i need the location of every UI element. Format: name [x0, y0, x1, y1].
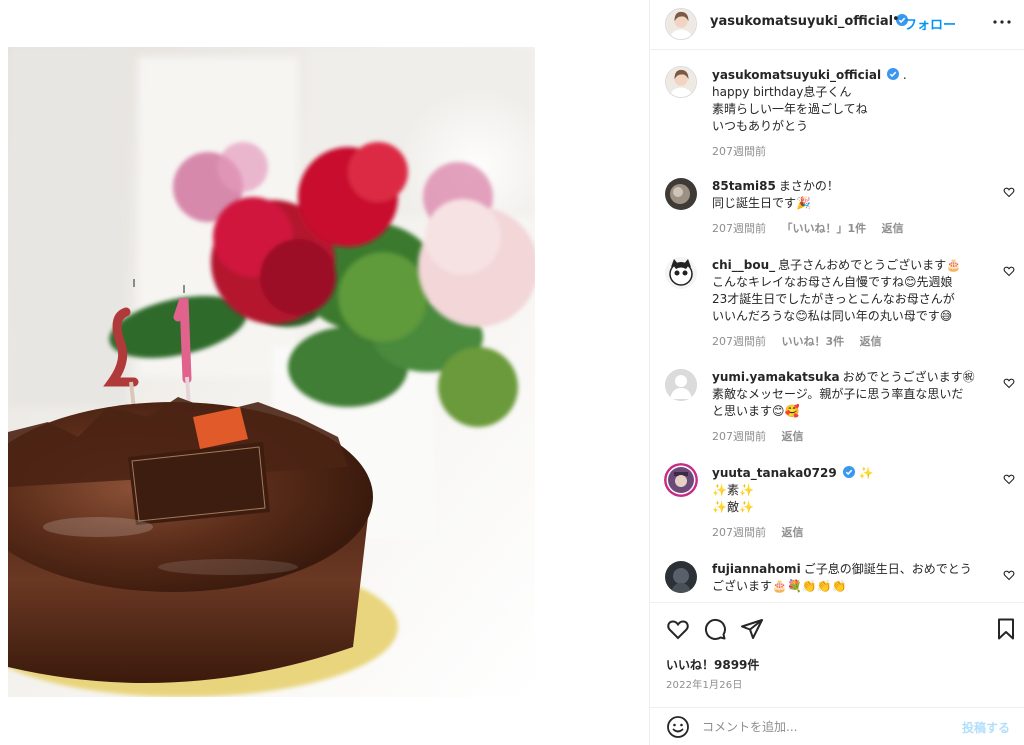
comments-list[interactable]: yasukomatsuyuki_official . happy birthda… — [650, 51, 1024, 602]
comment-heart-icon[interactable] — [1003, 569, 1015, 581]
comment-item: fujiannahomi ご子息の御誕生日、おめでとう ございます🎂💐👏👏👏 — [712, 561, 992, 595]
post-side-panel: yasukomatsuyuki_official • フォロー yasukoma… — [649, 0, 1024, 745]
reply-button[interactable]: 返信 — [860, 335, 882, 348]
comment-heart-icon[interactable] — [1003, 265, 1015, 277]
caption-trail: . — [902, 68, 907, 82]
comment-line: 23才誕生日でしたがきっとこんなお母さんが — [712, 292, 955, 306]
comment-icon[interactable] — [703, 617, 727, 641]
comment-input[interactable] — [702, 717, 942, 737]
comment-time[interactable]: 207週間前 — [712, 430, 766, 443]
comment-line: いいんだろうな😊私は同い年の丸い母です😅 — [712, 309, 953, 323]
reply-button[interactable]: 返信 — [882, 222, 904, 235]
author-username[interactable]: yasukomatsuyuki_official — [710, 14, 909, 29]
bookmark-icon[interactable] — [994, 617, 1018, 641]
comment-text: 息子さんおめでとうございます🎂 — [778, 258, 962, 272]
comment-time[interactable]: 207週間前 — [712, 526, 766, 539]
author-avatar[interactable] — [665, 8, 697, 40]
comment-line: こんなキレイなお母さん自慢ですね😊先週娘 — [712, 275, 953, 289]
comment-meta: 207週間前 返信 — [712, 524, 992, 541]
caption-line: 素晴らしい一年を過ごしてね — [712, 102, 868, 116]
caption-line: happy birthday息子くん — [712, 85, 852, 99]
follow-button[interactable]: フォロー — [904, 14, 956, 33]
comment-line: ございます🎂💐👏👏👏 — [712, 579, 847, 593]
comment-username[interactable]: yumi.yamakatsuka — [712, 370, 840, 384]
comment-likes[interactable]: 「いいね！」1件 — [782, 222, 867, 235]
comment-text: ご子息の御誕生日、おめでとう — [803, 562, 972, 576]
birthday-cake-flowers-image — [8, 47, 535, 697]
verified-badge-icon — [887, 68, 900, 80]
reply-button[interactable]: 返信 — [782, 430, 804, 443]
comment-avatar[interactable] — [665, 257, 697, 289]
comment-avatar[interactable] — [665, 369, 697, 401]
reply-button[interactable]: 返信 — [782, 526, 804, 539]
caption-username[interactable]: yasukomatsuyuki_official — [712, 68, 881, 82]
caption: yasukomatsuyuki_official . happy birthda… — [712, 67, 992, 160]
comment-meta: 207週間前 — [712, 143, 992, 160]
caption-avatar[interactable] — [665, 66, 697, 98]
comment-meta: 207週間前 返信 — [712, 428, 992, 445]
header-separator: • — [892, 12, 900, 27]
comment-text: おめでとうございます㊗ — [842, 370, 975, 384]
comment-heart-icon[interactable] — [1003, 186, 1015, 198]
comment-avatar[interactable] — [665, 561, 697, 593]
comment-time[interactable]: 207週間前 — [712, 222, 766, 235]
comment-likes[interactable]: いいね！3件 — [782, 335, 845, 348]
comment-line: ✨敵✨ — [712, 500, 754, 514]
like-heart-icon[interactable] — [666, 617, 690, 641]
verified-badge-icon — [842, 466, 855, 478]
comment-line: 素敵なメッセージ。親が子に思う率直な思いだ — [712, 387, 964, 401]
comment-item: 85tami85 まさかの！ 同じ誕生日です🎉 207週間前 「いいね！」1件 返… — [712, 178, 992, 237]
likes-count[interactable]: いいね！9899件 — [666, 656, 759, 673]
comment-line: と思います😊🥰 — [712, 404, 800, 418]
share-icon[interactable] — [740, 617, 764, 641]
post-date[interactable]: 2022年1月26日 — [666, 676, 743, 691]
comment-text: まさかの！ — [778, 179, 839, 193]
post-photo[interactable] — [8, 47, 535, 697]
post-header: yasukomatsuyuki_official • フォロー — [650, 0, 1024, 50]
comment-item: yuuta_tanaka0729 ✨ ✨素✨ ✨敵✨ 207週間前 返信 — [712, 465, 992, 541]
comment-item: yumi.yamakatsuka おめでとうございます㊗ 素敵なメッセージ。親が子… — [712, 369, 992, 445]
more-options-icon[interactable] — [990, 12, 1014, 32]
caption-time[interactable]: 207週間前 — [712, 145, 766, 158]
comment-line: 同じ誕生日です🎉 — [712, 196, 811, 210]
comment-item: chi__bou_ 息子さんおめでとうございます🎂 こんなキレイなお母さん自慢です… — [712, 257, 992, 350]
post-actions: いいね！9899件 2022年1月26日 — [650, 602, 1024, 707]
comment-line: ✨素✨ — [712, 483, 754, 497]
comment-heart-icon[interactable] — [1003, 377, 1015, 389]
comment-composer: 投稿する — [650, 707, 1024, 745]
post-media-pane — [0, 0, 649, 745]
comment-heart-icon[interactable] — [1003, 473, 1015, 485]
comment-username[interactable]: fujiannahomi — [712, 562, 801, 576]
comment-avatar[interactable] — [664, 463, 698, 497]
post-comment-button[interactable]: 投稿する — [962, 719, 1010, 736]
comment-username[interactable]: chi__bou_ — [712, 258, 775, 272]
emoji-icon[interactable] — [666, 715, 690, 739]
comment-text: ✨ — [858, 466, 874, 480]
caption-line: いつもありがとう — [712, 119, 809, 133]
comment-username[interactable]: 85tami85 — [712, 179, 776, 193]
comment-avatar[interactable] — [665, 178, 697, 210]
comment-meta: 207週間前 「いいね！」1件 返信 — [712, 220, 992, 237]
comment-time[interactable]: 207週間前 — [712, 335, 766, 348]
comment-username[interactable]: yuuta_tanaka0729 — [712, 466, 837, 480]
comment-meta: 207週間前 いいね！3件 返信 — [712, 333, 992, 350]
